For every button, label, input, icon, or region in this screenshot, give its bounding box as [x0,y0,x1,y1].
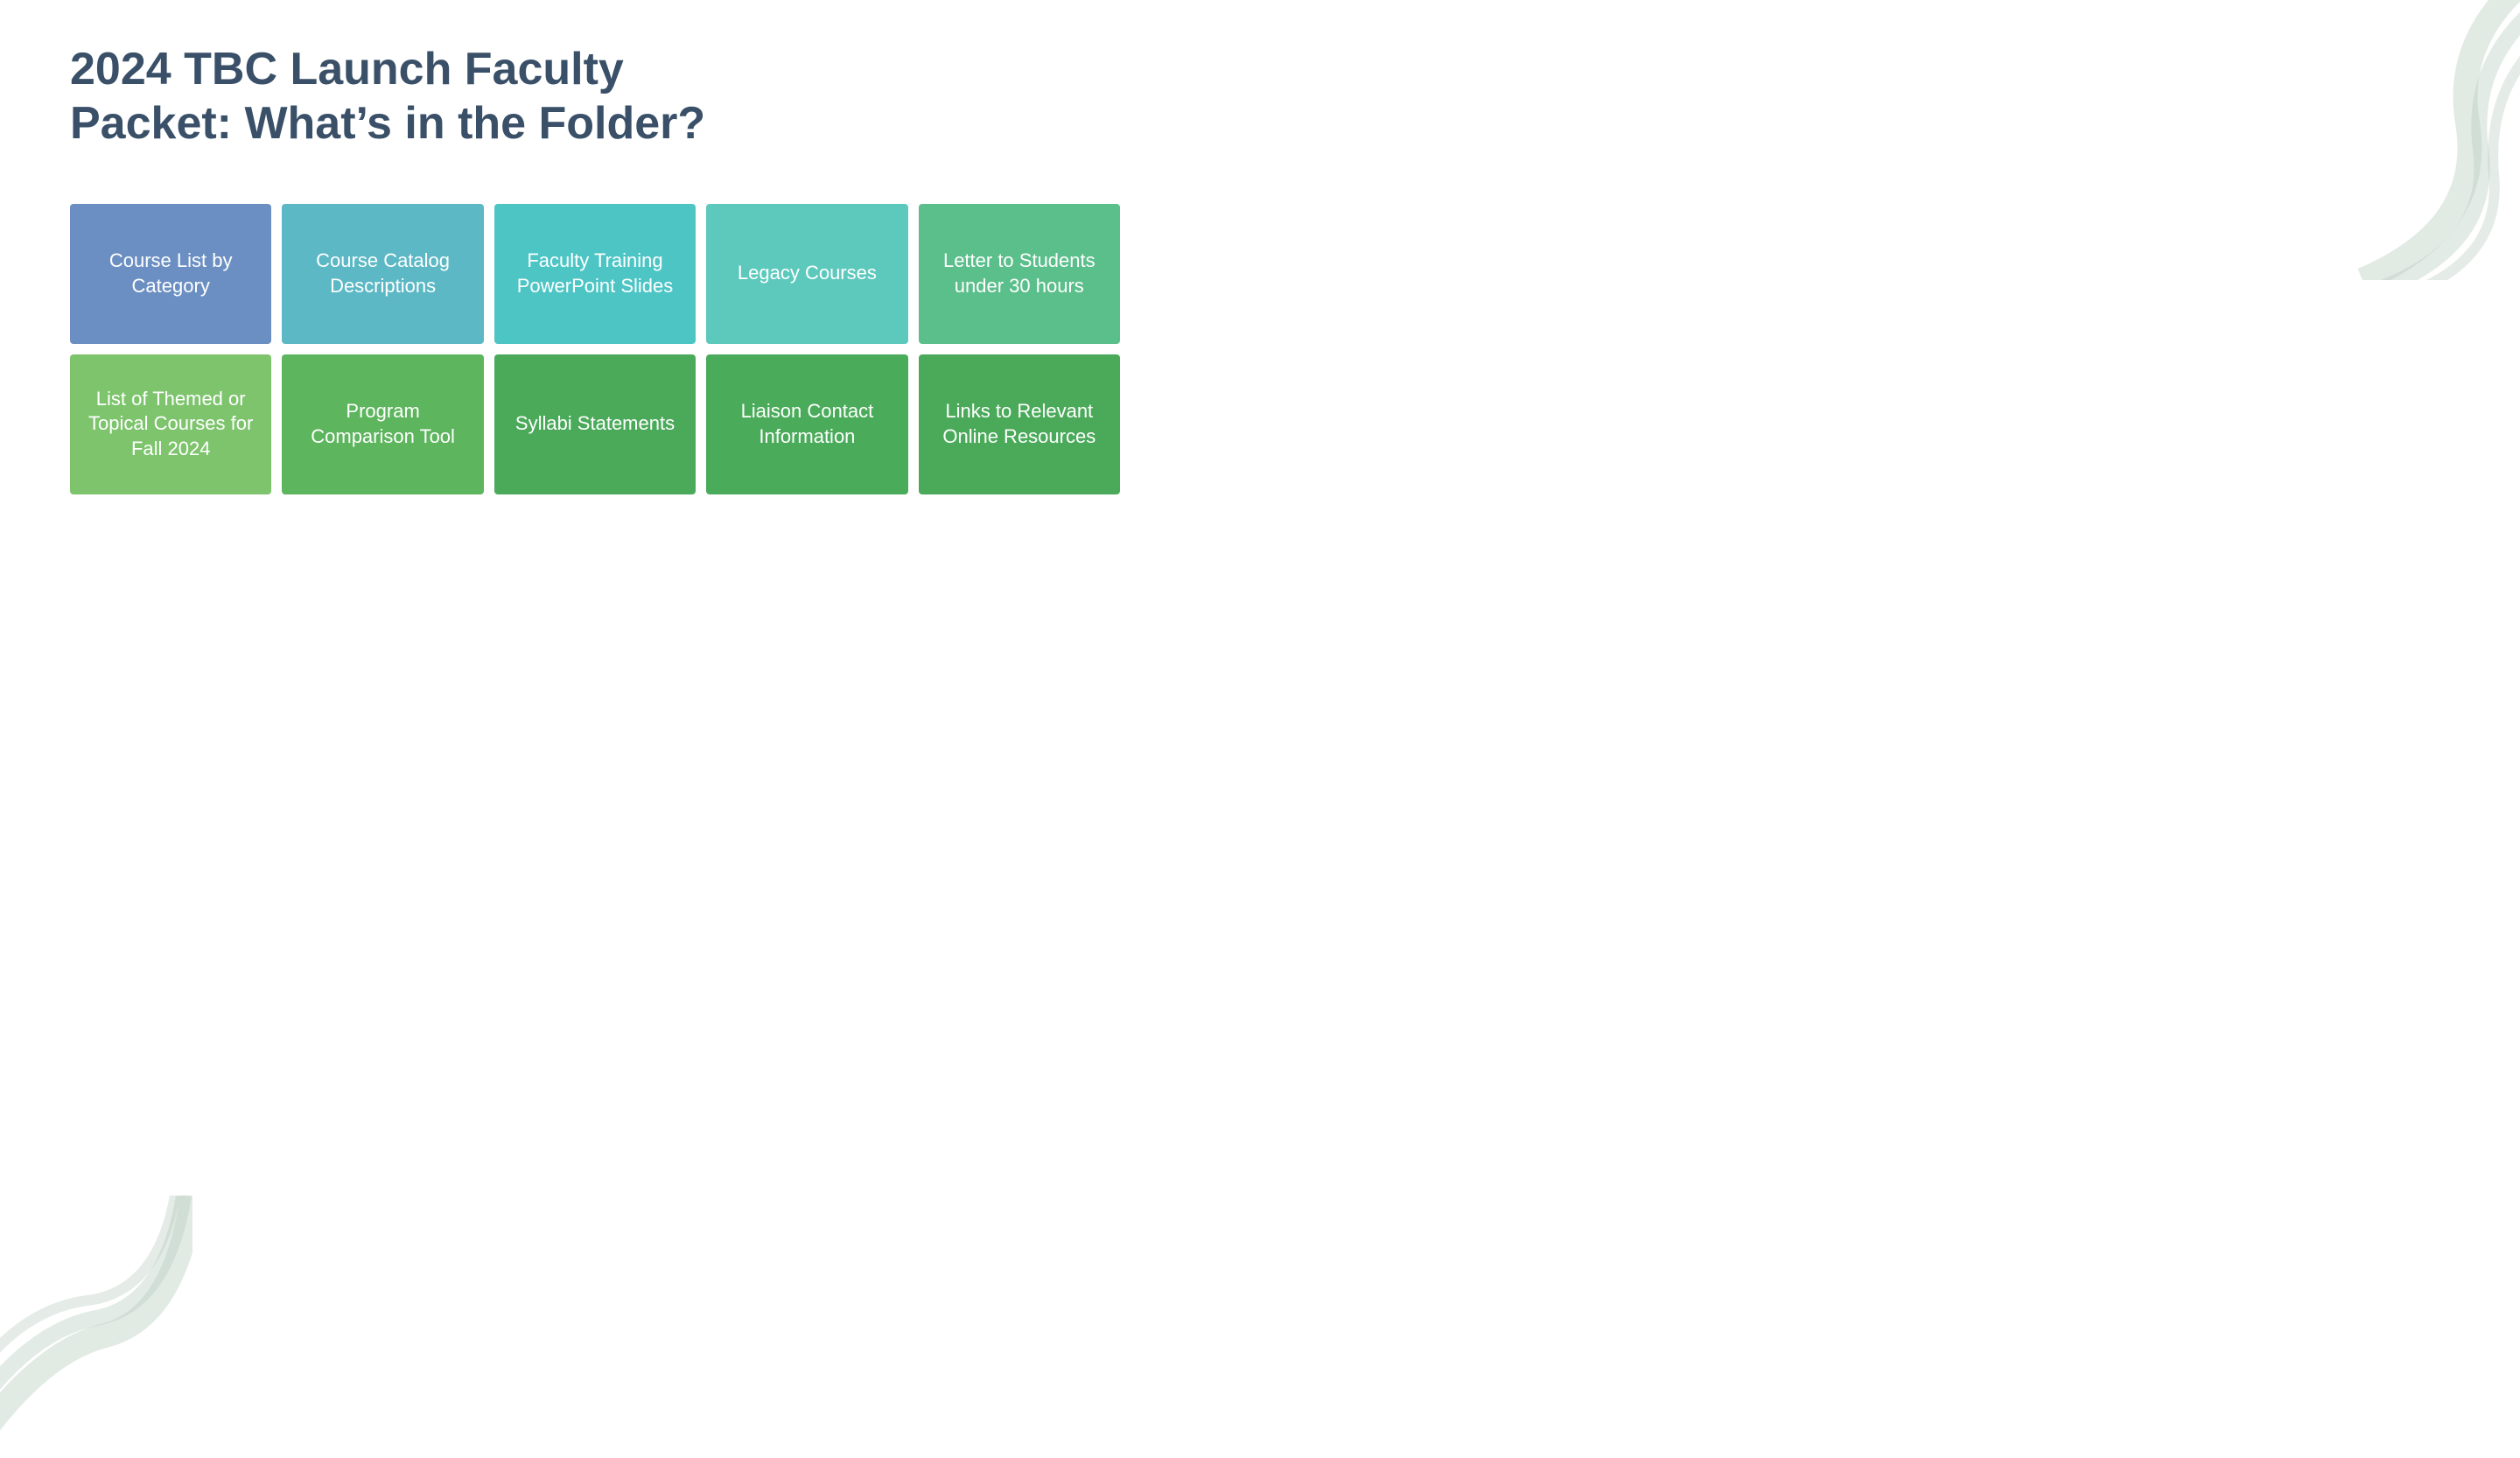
tile-legacy-courses[interactable]: Legacy Courses [706,204,907,344]
tile-program-comparison-tool[interactable]: Program Comparison Tool [282,354,483,494]
tiles-grid: Course List by Category Course Catalog D… [70,204,1120,494]
deco-top-right-icon [2292,0,2520,280]
deco-bottom-left-icon [0,1195,192,1458]
tile-course-catalog-descriptions[interactable]: Course Catalog Descriptions [282,204,483,344]
slide: 2024 TBC Launch Faculty Packet: What’s i… [0,0,2520,1423]
tile-syllabi-statements[interactable]: Syllabi Statements [494,354,696,494]
tile-liaison-contact-information[interactable]: Liaison Contact Information [706,354,907,494]
tile-course-list-by-category[interactable]: Course List by Category [70,204,271,344]
tile-links-to-relevant-online-resources[interactable]: Links to Relevant Online Resources [919,354,1120,494]
page-title: 2024 TBC Launch Faculty Packet: What’s i… [70,42,788,151]
tile-faculty-training-powerpoint-slides[interactable]: Faculty Training PowerPoint Slides [494,204,696,344]
tile-list-themed-topical-courses[interactable]: List of Themed or Topical Courses for Fa… [70,354,271,494]
tile-letter-to-students[interactable]: Letter to Students under 30 hours [919,204,1120,344]
